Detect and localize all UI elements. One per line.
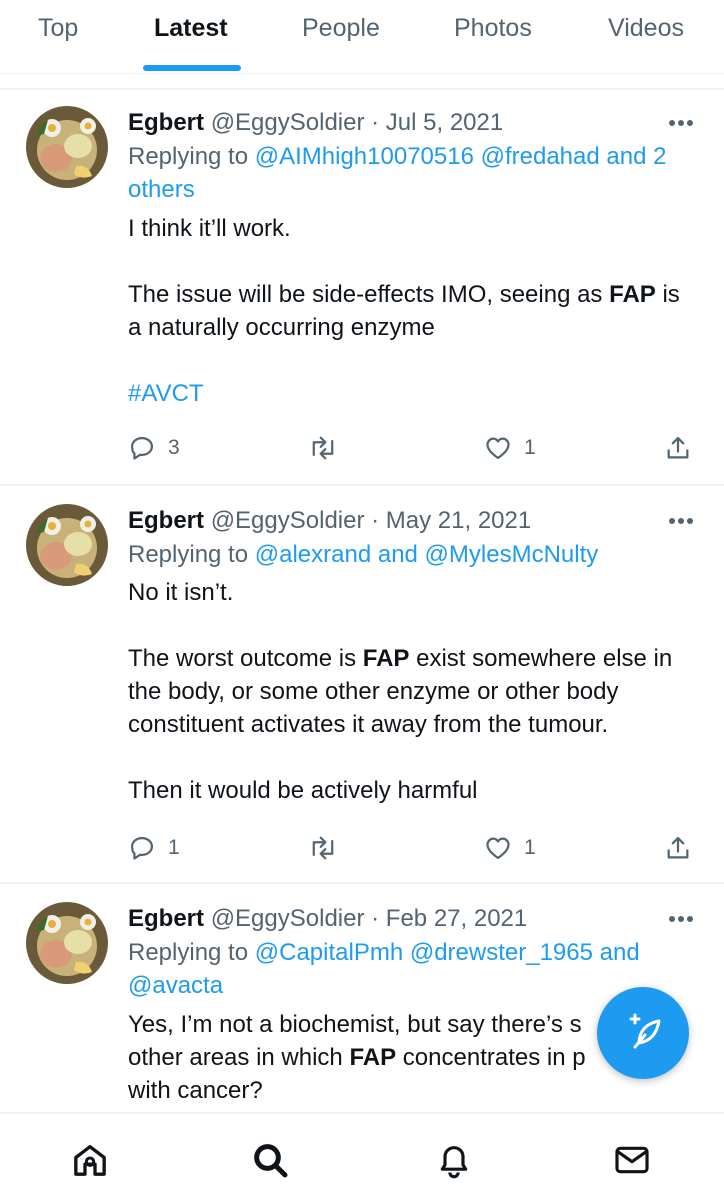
reply-context: Replying to @alexrand and @MylesMcNulty (128, 538, 698, 571)
bell-icon (440, 1146, 468, 1179)
tweet-paragraph: Then it would be actively harmful (128, 777, 478, 804)
retweet-button[interactable] (308, 431, 338, 465)
tweet-paragraph: I think it’ll work. (128, 215, 291, 242)
more-icon (669, 120, 693, 126)
reply-mentions[interactable]: @alexrand and @MylesMcNulty (255, 541, 599, 568)
share-button[interactable] (664, 431, 692, 465)
nav-home[interactable] (68, 1138, 112, 1182)
author-handle-date[interactable]: @EggySoldier · Jul 5, 2021 (211, 109, 504, 136)
search-tabs: Top Latest People Photos Videos (0, 0, 724, 74)
divider (0, 88, 724, 90)
like-button[interactable]: 1 (484, 431, 536, 465)
divider (0, 882, 724, 884)
more-icon (669, 518, 693, 524)
reply-button[interactable]: 3 (128, 431, 180, 465)
tab-people[interactable]: People (302, 14, 380, 43)
tweet-paragraph: The worst outcome is FAP exist somewhere… (128, 645, 673, 738)
reply-context: Replying to @AIMhigh10070516 @fredahad a… (128, 140, 698, 206)
avatar[interactable] (26, 504, 108, 586)
more-button[interactable] (668, 504, 694, 538)
author-name[interactable]: Egbert (128, 109, 204, 136)
reply-prefix: Replying to (128, 939, 255, 966)
tab-top[interactable]: Top (38, 14, 78, 43)
reply-context: Replying to @CapitalPmh @drewster_1965 a… (128, 936, 698, 1002)
nav-messages[interactable] (610, 1138, 654, 1182)
author-name[interactable]: Egbert (128, 905, 204, 932)
tweet-header: Egbert @EggySoldier · May 21, 2021 (128, 504, 531, 538)
reply-count: 1 (168, 836, 180, 859)
nav-search[interactable] (248, 1138, 292, 1182)
bottom-navigation (0, 1112, 724, 1200)
more-button[interactable] (668, 106, 694, 140)
tweet[interactable]: Egbert @EggySoldier · May 21, 2021 Reply… (0, 504, 724, 882)
avatar[interactable] (26, 902, 108, 984)
reply-icon (130, 436, 154, 460)
divider (0, 484, 724, 486)
like-button[interactable]: 1 (484, 831, 536, 865)
tab-latest[interactable]: Latest (154, 14, 228, 43)
compose-button[interactable] (597, 987, 689, 1079)
author-name[interactable]: Egbert (128, 507, 204, 534)
home-icon (74, 1145, 106, 1176)
like-count: 1 (524, 836, 536, 859)
tab-photos[interactable]: Photos (454, 14, 532, 43)
reply-prefix: Replying to (128, 143, 255, 170)
share-icon (667, 436, 689, 459)
author-handle-date[interactable]: @EggySoldier · May 21, 2021 (211, 507, 532, 534)
tweet-header: Egbert @EggySoldier · Feb 27, 2021 (128, 902, 527, 936)
keyword-highlight: FAP (349, 1044, 397, 1071)
tweet-text: I think it’ll work. The issue will be si… (128, 212, 698, 410)
more-icon (669, 916, 693, 922)
reply-count: 3 (168, 436, 180, 459)
heart-icon (486, 437, 510, 460)
reply-button[interactable]: 1 (128, 831, 180, 865)
share-icon (667, 836, 689, 859)
more-button[interactable] (668, 902, 694, 936)
retweet-icon (312, 436, 334, 460)
compose-icon (629, 1013, 661, 1049)
tweet-paragraph: The issue will be side-effects IMO, seei… (128, 281, 680, 341)
active-tab-indicator (143, 65, 241, 71)
reply-icon (130, 836, 154, 860)
retweet-button[interactable] (308, 831, 338, 865)
tweet-paragraph: No it isn’t. (128, 579, 234, 606)
hashtag-link[interactable]: #AVCT (128, 377, 698, 410)
retweet-icon (312, 836, 334, 860)
author-handle-date[interactable]: @EggySoldier · Feb 27, 2021 (211, 905, 528, 932)
tweet-text: No it isn’t. The worst outcome is FAP ex… (128, 576, 698, 807)
share-button[interactable] (664, 831, 692, 865)
avatar[interactable] (26, 106, 108, 188)
heart-icon (486, 837, 510, 860)
tweet-actions: 3 1 (128, 431, 698, 465)
mail-icon (615, 1146, 649, 1174)
like-count: 1 (524, 436, 536, 459)
nav-notifications[interactable] (432, 1138, 476, 1182)
tab-videos[interactable]: Videos (608, 14, 684, 43)
reply-prefix: Replying to (128, 541, 255, 568)
keyword-highlight: FAP (362, 645, 410, 672)
tweet[interactable]: Egbert @EggySoldier · Jul 5, 2021 Replyi… (0, 106, 724, 484)
tweet-header: Egbert @EggySoldier · Jul 5, 2021 (128, 106, 503, 140)
tweet-actions: 1 1 (128, 831, 698, 865)
search-icon (254, 1144, 288, 1178)
keyword-highlight: FAP (609, 281, 656, 308)
